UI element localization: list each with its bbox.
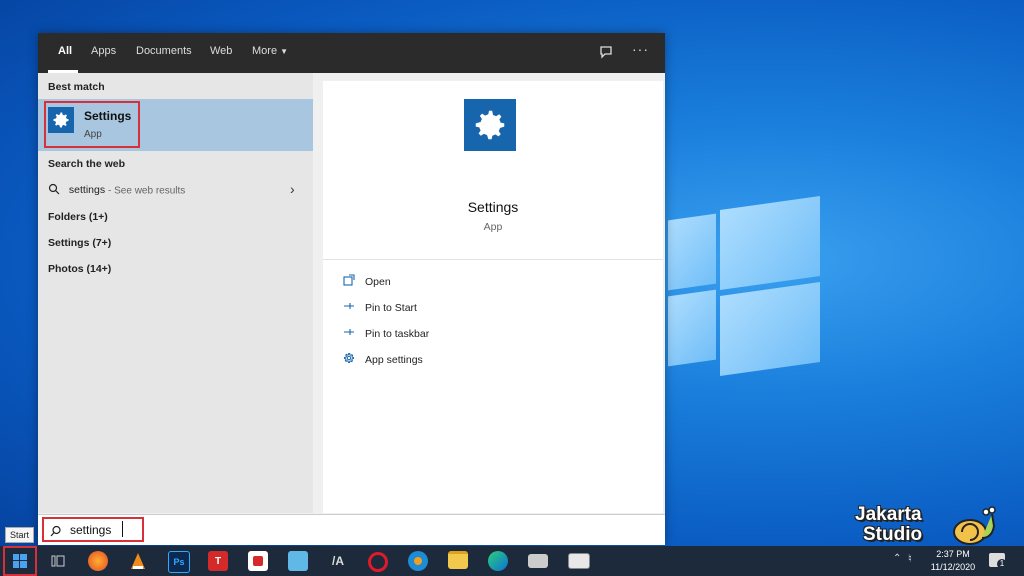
action-app-settings-label: App settings	[365, 353, 423, 366]
photos-category[interactable]: Photos (14+)	[48, 263, 111, 275]
chevron-up-icon[interactable]: ⌃	[893, 553, 901, 564]
action-pin-to-taskbar[interactable]: Pin to taskbar	[343, 326, 429, 341]
search-box-highlight	[42, 517, 144, 542]
pin-icon	[343, 326, 365, 341]
folders-category[interactable]: Folders (1+)	[48, 211, 108, 223]
preview-settings-icon	[464, 99, 516, 151]
notes-app-icon[interactable]	[288, 551, 308, 571]
file-explorer-icon[interactable]	[448, 551, 468, 569]
tab-web[interactable]: Web	[210, 45, 232, 57]
preview-title: Settings	[467, 199, 519, 215]
snail-mascot-icon	[953, 506, 996, 545]
terminal-icon[interactable]	[568, 553, 590, 569]
tab-more[interactable]: More ▼	[252, 45, 288, 57]
chevron-down-icon: ▼	[280, 47, 289, 56]
action-pin-start-label: Pin to Start	[365, 301, 417, 314]
clock[interactable]: 2:37 PM 11/12/2020	[930, 548, 976, 574]
search-box[interactable]: settings	[38, 514, 665, 545]
settings-category[interactable]: Settings (7+)	[48, 237, 111, 249]
results-list: Best match Settings App Search the web s…	[38, 73, 313, 513]
best-match-highlight	[44, 101, 140, 148]
search-web-heading: Search the web	[48, 158, 126, 170]
clock-time: 2:37 PM	[936, 549, 970, 559]
open-icon	[343, 274, 365, 289]
action-open-label: Open	[365, 275, 391, 288]
windows-icon	[13, 554, 27, 568]
clock-date: 11/12/2020	[930, 562, 976, 572]
web-search-result[interactable]: settings - See web results ›	[48, 181, 303, 198]
photoshop-icon[interactable]: Ps	[168, 551, 190, 573]
tab-more-label: More	[252, 45, 278, 57]
web-query: settings	[68, 184, 106, 197]
t-app-icon[interactable]: T	[208, 551, 228, 571]
task-view-icon[interactable]	[48, 551, 68, 571]
watermark-line-1: Jakarta	[855, 504, 922, 525]
pin-icon	[343, 300, 365, 315]
tab-apps[interactable]: Apps	[91, 45, 116, 57]
firefox-icon[interactable]	[88, 551, 108, 571]
search-icon	[48, 183, 60, 198]
edge-icon[interactable]	[488, 551, 508, 571]
search-tabs: All Apps Documents Web More ▼ ···	[38, 33, 665, 73]
search-panel: All Apps Documents Web More ▼ ··· Best m…	[38, 33, 665, 545]
best-match-heading: Best match	[48, 81, 105, 93]
feedback-icon[interactable]	[598, 44, 614, 65]
taskbar: Ps T /A ⌃ ♮ 2:37 PM 11/12/2020 1	[0, 546, 1024, 576]
desktop-windows-logo	[668, 175, 838, 395]
action-app-settings[interactable]: App settings	[343, 352, 423, 367]
affinity-icon[interactable]: /A	[328, 551, 348, 571]
watermark-logo: Jakarta Studio	[855, 505, 922, 545]
web-hint: - See web results	[108, 185, 186, 197]
action-open[interactable]: Open	[343, 274, 391, 289]
preview-subtitle: App	[483, 221, 503, 233]
preview-pane: Settings App Open Pin to Start Pin to ta…	[323, 81, 663, 513]
watermark-line-2: Studio	[863, 524, 923, 545]
tab-documents[interactable]: Documents	[136, 45, 192, 57]
preview-divider	[323, 259, 663, 260]
notification-count: 1	[997, 559, 1007, 569]
tab-all[interactable]: All	[58, 45, 72, 57]
chevron-right-icon: ›	[290, 181, 295, 197]
screenshot-app-icon[interactable]	[248, 551, 268, 571]
network-app-icon[interactable]	[408, 551, 428, 571]
printer-icon[interactable]	[528, 554, 548, 568]
action-pin-taskbar-label: Pin to taskbar	[365, 327, 430, 340]
more-options-icon[interactable]: ···	[632, 41, 649, 57]
opera-icon[interactable]	[368, 552, 388, 572]
action-pin-to-start[interactable]: Pin to Start	[343, 300, 417, 315]
start-tooltip: Start	[5, 527, 35, 543]
gear-icon	[343, 352, 365, 367]
notification-icon[interactable]: 1	[989, 553, 1007, 569]
start-button[interactable]	[3, 546, 37, 576]
volume-icon[interactable]: ♮	[908, 552, 912, 565]
vlc-icon[interactable]	[128, 551, 148, 571]
